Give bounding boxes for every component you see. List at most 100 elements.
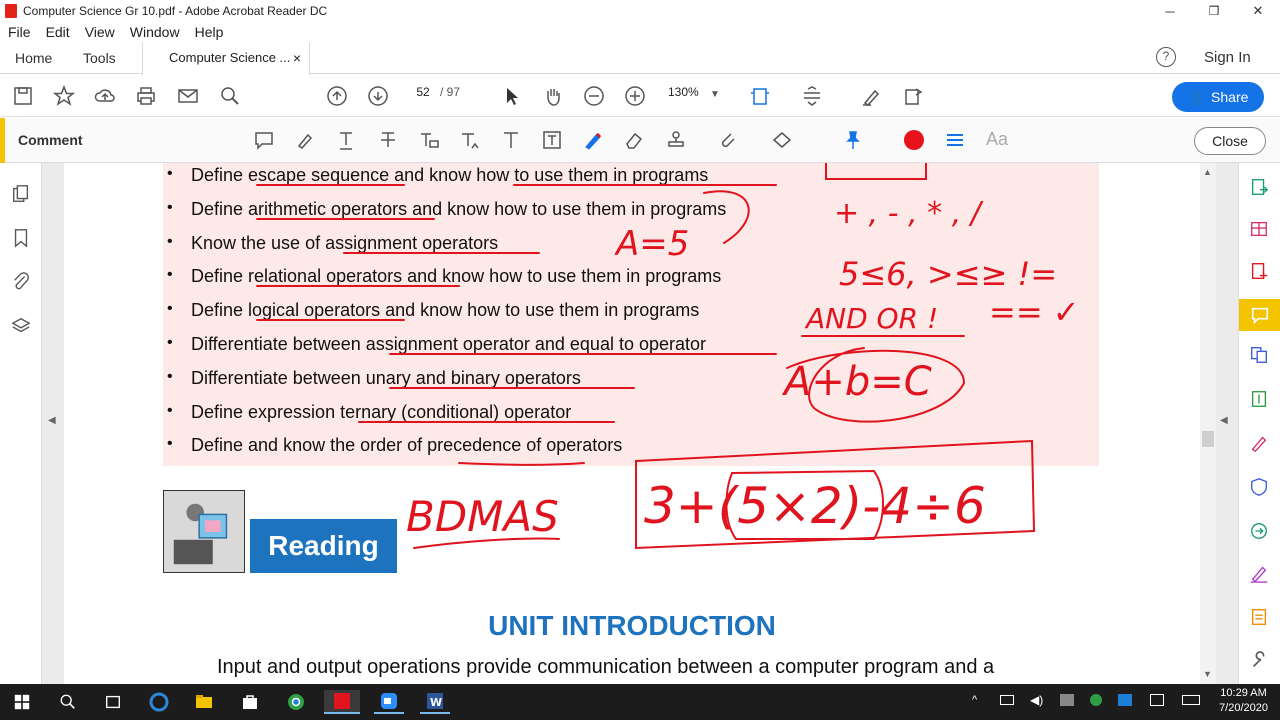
maximize-button[interactable]: ❐	[1192, 0, 1236, 22]
edit-pdf-icon[interactable]	[1247, 431, 1271, 455]
zoom-out-icon[interactable]	[582, 84, 606, 108]
email-icon[interactable]	[176, 84, 200, 108]
fit-page-icon[interactable]	[748, 84, 772, 108]
store-icon[interactable]	[237, 690, 263, 714]
underline-text-icon[interactable]	[334, 128, 358, 152]
page-number-input[interactable]: 52	[408, 85, 438, 99]
edge-browser-icon[interactable]	[146, 690, 172, 714]
app-tray-icon[interactable]	[1090, 694, 1102, 706]
sticky-note-icon[interactable]	[252, 128, 276, 152]
comment-tool-icon[interactable]	[1239, 299, 1280, 331]
hand-tool-icon[interactable]	[541, 84, 565, 108]
share-doc-icon[interactable]	[901, 84, 925, 108]
sign-pen-icon[interactable]	[860, 84, 884, 108]
bookmarks-icon[interactable]	[9, 226, 33, 250]
expand-right-panel-icon[interactable]: ◀	[1220, 415, 1228, 426]
scan-icon[interactable]	[1247, 605, 1271, 629]
menu-edit[interactable]: Edit	[46, 24, 70, 40]
pin-icon[interactable]	[841, 128, 865, 152]
more-tools-icon[interactable]	[1247, 649, 1271, 673]
previous-page-icon[interactable]	[325, 84, 349, 108]
scroll-up-icon[interactable]: ▲	[1203, 167, 1212, 177]
select-cursor-icon[interactable]	[500, 84, 524, 108]
scroll-down-icon[interactable]: ▼	[1203, 669, 1212, 679]
task-view-icon[interactable]	[100, 690, 126, 714]
collapse-left-panel-icon[interactable]: ◀	[48, 415, 56, 426]
close-window-button[interactable]: ✕	[1236, 0, 1280, 22]
zoom-dropdown-icon[interactable]: ▼	[710, 89, 720, 100]
ink-note-relational: 5≤6, >≤≥ !=	[839, 255, 1057, 293]
organize-pages-icon[interactable]	[1247, 217, 1271, 241]
tray-chevron-icon[interactable]: ^	[972, 694, 977, 706]
zoom-in-icon[interactable]	[623, 84, 647, 108]
bluetooth-tray-icon[interactable]	[1118, 694, 1132, 706]
ink-underline	[458, 462, 585, 466]
protect-icon[interactable]	[1247, 475, 1271, 499]
color-swatch[interactable]	[904, 130, 924, 150]
insert-text-icon[interactable]	[458, 128, 482, 152]
clock-date: 7/20/2020	[1219, 702, 1268, 714]
export-pdf-icon[interactable]	[1247, 175, 1271, 199]
keyboard-icon[interactable]	[1182, 695, 1200, 705]
comment-toolbar: Comment Aa	[0, 118, 1280, 163]
font-size-label[interactable]: Aa	[986, 129, 1008, 150]
file-explorer-icon[interactable]	[191, 690, 217, 714]
sign-in-link[interactable]: Sign In	[1204, 42, 1251, 74]
windows-start-icon[interactable]	[9, 690, 35, 714]
combine-files-icon[interactable]	[1247, 343, 1271, 367]
shapes-icon[interactable]	[770, 128, 794, 152]
text-box-icon[interactable]	[540, 128, 564, 152]
scroll-mode-icon[interactable]	[800, 84, 824, 108]
stamp-icon[interactable]	[664, 128, 688, 152]
attachments-icon[interactable]	[9, 270, 33, 294]
compress-pdf-icon[interactable]	[1247, 387, 1271, 411]
upload-cloud-icon[interactable]	[93, 84, 117, 108]
volume-icon[interactable]: ◀)	[1030, 693, 1043, 707]
eraser-icon[interactable]	[622, 128, 646, 152]
battery-icon[interactable]	[1000, 695, 1014, 705]
tab-close-icon[interactable]: ×	[293, 42, 301, 74]
search-icon[interactable]	[218, 84, 242, 108]
close-comment-button[interactable]: Close	[1194, 127, 1266, 155]
zoom-app-icon[interactable]	[374, 690, 404, 714]
share-button[interactable]: 👤 Share	[1172, 82, 1264, 112]
vertical-scrollbar[interactable]: ▲ ▼	[1200, 163, 1216, 684]
word-icon[interactable]: W	[420, 690, 450, 714]
minimize-button[interactable]: ─	[1148, 0, 1192, 22]
layers-icon[interactable]	[9, 314, 33, 338]
tab-tools[interactable]: Tools	[83, 42, 116, 74]
menu-help[interactable]: Help	[195, 24, 224, 40]
menu-view[interactable]: View	[85, 24, 115, 40]
bookmark-star-icon[interactable]	[52, 84, 76, 108]
acrobat-taskbar-icon[interactable]	[324, 690, 360, 714]
fill-sign-icon[interactable]	[1247, 561, 1271, 585]
save-icon[interactable]	[11, 84, 35, 108]
tab-home[interactable]: Home	[15, 42, 52, 74]
network-icon[interactable]	[1060, 694, 1074, 706]
help-icon[interactable]: ?	[1156, 47, 1176, 67]
line-width-icon[interactable]	[943, 128, 967, 152]
system-clock[interactable]: 10:29 AM 7/20/2020	[1219, 686, 1268, 716]
strikethrough-icon[interactable]	[376, 128, 400, 152]
send-review-icon[interactable]	[1247, 519, 1271, 543]
create-pdf-icon[interactable]	[1247, 259, 1271, 283]
page-thumbnails-icon[interactable]	[9, 182, 33, 206]
next-page-icon[interactable]	[366, 84, 390, 108]
menu-bar: File Edit View Window Help	[0, 22, 1280, 42]
zoom-level-input[interactable]: 130%	[668, 85, 699, 99]
menu-window[interactable]: Window	[130, 24, 180, 40]
highlight-icon[interactable]	[293, 128, 317, 152]
print-icon[interactable]	[134, 84, 158, 108]
window-title: Computer Science Gr 10.pdf - Adobe Acrob…	[23, 4, 328, 18]
attach-file-icon[interactable]	[716, 128, 740, 152]
draw-pencil-icon[interactable]	[581, 128, 605, 152]
tab-document[interactable]: Computer Science ... ×	[142, 42, 310, 75]
search-taskbar-icon[interactable]	[55, 690, 81, 714]
replace-text-icon[interactable]	[417, 128, 441, 152]
chrome-icon[interactable]	[283, 690, 309, 714]
notification-tray-icon[interactable]	[1150, 694, 1164, 706]
menu-file[interactable]: File	[8, 24, 31, 40]
add-text-icon[interactable]	[499, 128, 523, 152]
left-nav-rail	[0, 163, 42, 684]
scroll-thumb[interactable]	[1202, 431, 1214, 447]
